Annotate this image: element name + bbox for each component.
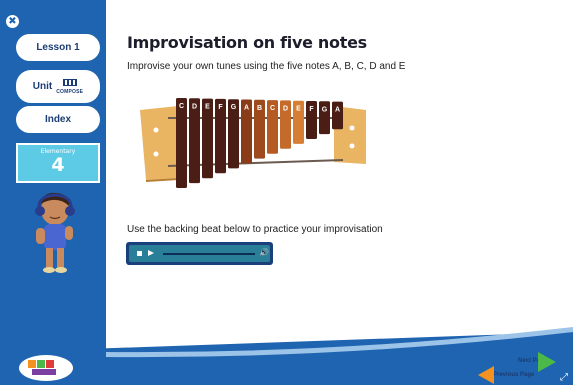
xylophone-note-label: F <box>309 106 314 113</box>
xylophone[interactable]: CDEFGABCDEFGA <box>138 92 370 192</box>
fullscreen-icon[interactable]: ⤢ <box>560 372 571 383</box>
play-button[interactable] <box>148 250 154 256</box>
stop-button[interactable] <box>137 251 142 256</box>
xylophone-note-label: G <box>231 104 237 111</box>
xylophone-note-label: D <box>192 103 197 110</box>
xylophone-note-label: F <box>218 104 223 111</box>
xylophone-bar-1[interactable] <box>176 98 187 188</box>
xylophone-note-label: C <box>179 103 184 110</box>
xylophone-note-label: A <box>335 107 340 114</box>
audio-player-bar: 🔊 <box>129 245 270 262</box>
xylophone-note-label: E <box>296 106 301 113</box>
xylophone-note-label: C <box>270 105 275 112</box>
page-title: Improvisation on five notes <box>127 33 367 52</box>
fun-music-logo <box>19 355 73 381</box>
audio-player: 🔊 <box>126 242 273 265</box>
xylophone-bar-2[interactable] <box>189 98 200 184</box>
previous-page-button[interactable] <box>478 366 494 384</box>
xylophone-note-label: A <box>244 105 249 112</box>
seek-bar[interactable] <box>163 253 255 255</box>
previous-page-label: Previous Page <box>493 372 535 378</box>
xylophone-note-label: D <box>283 105 288 112</box>
volume-icon[interactable]: 🔊 <box>259 248 269 257</box>
instruction-text: Improvise your own tunes using the five … <box>127 61 406 72</box>
next-page-button[interactable] <box>538 352 556 372</box>
backing-instruction-text: Use the backing beat below to practice y… <box>127 224 383 235</box>
xylophone-note-label: B <box>257 105 262 112</box>
bottom-wave-decoration <box>0 327 573 385</box>
app-frame: ✖ Lesson 1 Unit COMPOSE Index Elementary… <box>0 0 573 385</box>
xylophone-note-label: E <box>205 104 210 111</box>
xylophone-note-label: G <box>322 106 328 113</box>
